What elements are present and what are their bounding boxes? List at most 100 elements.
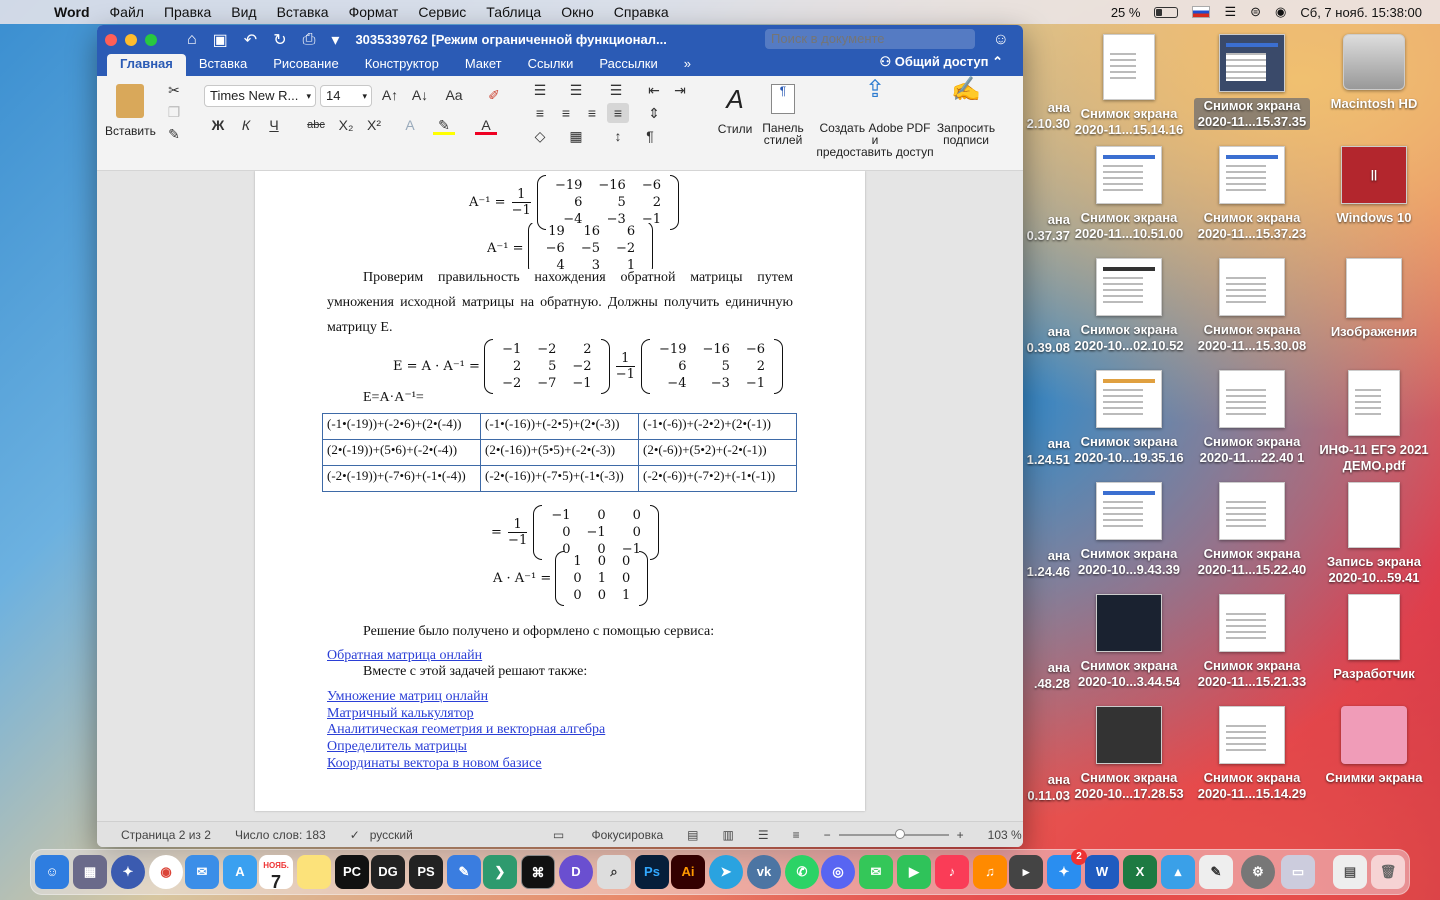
- xcode-icon[interactable]: ✎: [447, 855, 481, 889]
- vscode-icon[interactable]: ❯: [483, 855, 517, 889]
- font-color-icon[interactable]: A: [475, 115, 497, 135]
- numbering-icon[interactable]: ☰: [565, 80, 587, 100]
- datagrip-icon[interactable]: DG: [371, 855, 405, 889]
- garageband-icon[interactable]: ♫: [973, 855, 1007, 889]
- menu-file[interactable]: Файл: [100, 4, 154, 20]
- desktop-icon-screenshot[interactable]: Снимок экрана 2020-11...15.30.08: [1194, 258, 1310, 354]
- decrease-indent-icon[interactable]: ⇤: [643, 80, 665, 100]
- bullets-icon[interactable]: ☰: [529, 80, 551, 100]
- print-icon[interactable]: ⎙: [303, 31, 316, 49]
- link-determinant[interactable]: Определитель матрицы: [327, 739, 467, 755]
- calendar-icon[interactable]: НОЯБ. 7: [259, 855, 293, 892]
- home-icon[interactable]: ⌂: [187, 31, 197, 49]
- close-window-button[interactable]: [105, 33, 117, 46]
- language[interactable]: русский: [370, 828, 413, 842]
- preview-icon[interactable]: ⌕: [597, 855, 631, 889]
- grow-font-icon[interactable]: A↑: [379, 85, 401, 105]
- bold-button[interactable]: Ж: [207, 115, 229, 135]
- customize-toolbar-icon[interactable]: ▾: [331, 30, 339, 50]
- link-vector-coordinates[interactable]: Координаты вектора в новом базисе: [327, 756, 542, 772]
- desktop-icon-screenshot[interactable]: Снимок экрана 2020-11...15.14.16: [1071, 34, 1187, 138]
- shrink-font-icon[interactable]: A↓: [409, 85, 431, 105]
- sort-icon[interactable]: ↕: [607, 126, 629, 146]
- minimize-window-button[interactable]: [125, 33, 137, 46]
- zoom-level[interactable]: 103 %: [988, 828, 1022, 842]
- terminal-icon[interactable]: ⌘: [521, 855, 555, 889]
- multilevel-list-icon[interactable]: ☰: [605, 80, 627, 100]
- link-analytic-geometry[interactable]: Аналитическая геометрия и векторная алге…: [327, 722, 605, 738]
- menu-app-name[interactable]: Word: [44, 4, 100, 20]
- outline-view-icon[interactable]: ☰: [758, 828, 769, 842]
- focus-mode-button[interactable]: ▭ Фокусировка: [553, 828, 663, 842]
- desktop-icon-developer[interactable]: Разработчик: [1316, 594, 1432, 682]
- request-signatures-button[interactable]: ✍ Запросить подписи: [935, 78, 997, 147]
- align-center-icon[interactable]: ≡: [555, 103, 577, 123]
- vk-icon[interactable]: vk: [747, 855, 781, 889]
- change-case-icon[interactable]: Aa: [443, 85, 465, 105]
- subscript-button[interactable]: X₂: [335, 115, 357, 135]
- desktop-icon-screenshot[interactable]: Снимок экрана 2020-11...15.21.33: [1194, 594, 1310, 690]
- desktop-icon-images-folder[interactable]: Изображения: [1316, 258, 1432, 340]
- tab-layout[interactable]: Макет: [452, 54, 515, 76]
- menu-table[interactable]: Таблица: [476, 4, 551, 20]
- table-cell[interactable]: (-1•(-6))+(-2•2)+(2•(-1)): [638, 413, 797, 440]
- font-name-select[interactable]: Times New R... ▾: [204, 85, 316, 107]
- phpstorm-icon[interactable]: PS: [409, 855, 443, 889]
- text-effects-icon[interactable]: A: [399, 115, 421, 135]
- menu-edit[interactable]: Правка: [154, 4, 221, 20]
- word-icon[interactable]: W: [1085, 855, 1119, 889]
- underline-button[interactable]: Ч: [263, 115, 285, 135]
- strikethrough-button[interactable]: abc: [305, 115, 327, 135]
- increase-indent-icon[interactable]: ⇥: [669, 80, 691, 100]
- menu-window[interactable]: Окно: [551, 4, 604, 20]
- redo-icon[interactable]: ↻: [273, 30, 286, 50]
- align-right-icon[interactable]: ≡: [581, 103, 603, 123]
- table-cell[interactable]: (2•(-16))+(5•5)+(-2•(-3)): [480, 439, 639, 466]
- app-store-icon[interactable]: A: [223, 855, 257, 889]
- show-formatting-icon[interactable]: ¶: [639, 126, 661, 146]
- control-center-icon[interactable]: ☰: [1224, 4, 1236, 20]
- draft-view-icon[interactable]: ≡: [793, 828, 800, 842]
- tab-insert[interactable]: Вставка: [186, 54, 260, 76]
- zoom-slider[interactable]: [838, 828, 949, 839]
- link-matrix-multiply[interactable]: Умножение матриц онлайн: [327, 689, 488, 705]
- cut-icon[interactable]: ✂: [163, 80, 185, 100]
- align-left-icon[interactable]: ≡: [529, 103, 551, 123]
- mail-icon[interactable]: ✉: [185, 855, 219, 889]
- system-preferences-icon[interactable]: ⚙: [1241, 855, 1275, 889]
- proofing-icon[interactable]: ✓: [350, 828, 360, 842]
- keynote-icon[interactable]: ▴: [1161, 855, 1195, 889]
- discord-icon[interactable]: ◎: [821, 855, 855, 889]
- whatsapp-icon[interactable]: ✆: [785, 855, 819, 889]
- table-cell[interactable]: (2•(-6))+(5•2)+(-2•(-1)): [638, 439, 797, 466]
- clear-formatting-icon[interactable]: ✐: [483, 85, 505, 105]
- tab-draw[interactable]: Рисование: [260, 54, 351, 76]
- save-icon[interactable]: ▣: [213, 30, 228, 50]
- tab-home[interactable]: Главная: [107, 54, 186, 76]
- justify-icon[interactable]: ≡: [607, 103, 629, 123]
- menu-tools[interactable]: Сервис: [408, 4, 476, 20]
- more-tabs-icon[interactable]: »: [671, 54, 704, 76]
- finder-icon[interactable]: ☺: [35, 855, 69, 889]
- menu-clock[interactable]: Сб, 7 нояб. 15:38:00: [1300, 5, 1422, 20]
- input-source-flag-icon[interactable]: [1192, 6, 1211, 18]
- word-count[interactable]: Число слов: 183: [235, 828, 326, 842]
- shading-icon[interactable]: ◇: [529, 126, 551, 146]
- desktop-icon-screenshot-selected[interactable]: Снимок экрана 2020-11...15.37.35: [1194, 34, 1310, 130]
- line-spacing-icon[interactable]: ⇕: [643, 103, 665, 123]
- styles-button[interactable]: A Стили: [709, 84, 761, 136]
- search-document-input[interactable]: [765, 29, 975, 49]
- document-page[interactable]: A⁻¹ = 1 −1 −19 −16 −6 6 5 2 −4 −3 −1 A⁻¹ = 19 16 6−…: [255, 171, 865, 811]
- illustrator-icon[interactable]: Ai: [671, 855, 705, 889]
- italic-button[interactable]: К: [235, 115, 257, 135]
- link-matrix-calculator[interactable]: Матричный калькулятор: [327, 706, 474, 722]
- desktop-icon-screenshot[interactable]: Снимок экрана 2020-11...15.14.29: [1194, 706, 1310, 802]
- copy-icon[interactable]: ❐: [163, 102, 185, 122]
- account-icon[interactable]: ☺: [993, 31, 1009, 49]
- font-size-select[interactable]: 14 ▾: [320, 85, 372, 107]
- table-cell[interactable]: (-2•(-19))+(-7•6)+(-1•(-4)): [322, 465, 481, 492]
- borders-icon[interactable]: ▦: [565, 126, 587, 146]
- siri-icon[interactable]: ◉: [1275, 4, 1286, 20]
- format-painter-icon[interactable]: ✎: [163, 124, 185, 144]
- trash-icon[interactable]: 🗑: [1371, 855, 1405, 889]
